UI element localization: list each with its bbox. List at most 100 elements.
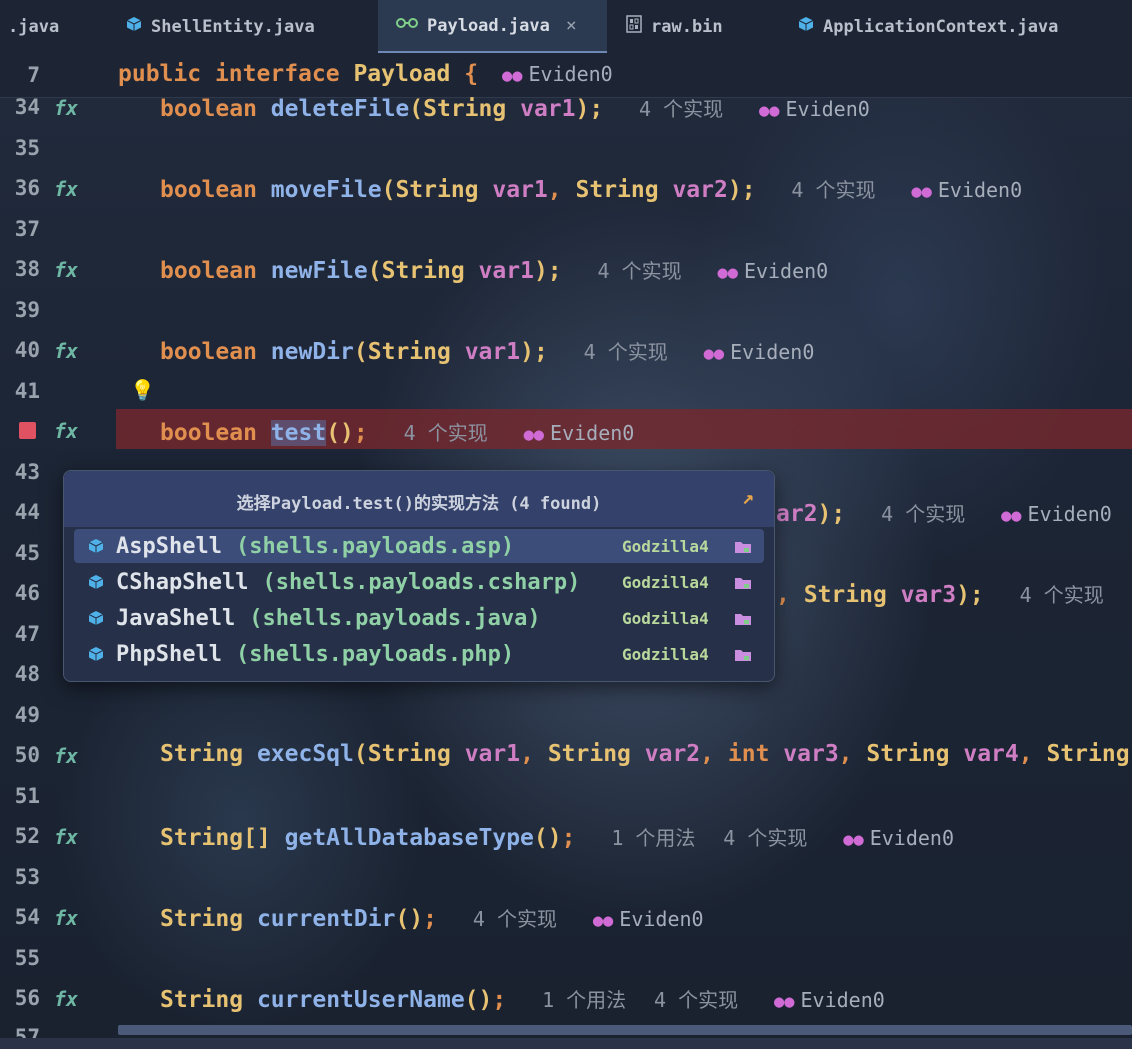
close-icon[interactable]: ×: [566, 15, 577, 36]
code-line: boolean moveFile(String var1, String var…: [160, 174, 1022, 203]
author-hint[interactable]: ●● Eviden0: [717, 259, 828, 283]
interface-name[interactable]: Payload: [353, 61, 450, 87]
tab-java[interactable]: .java: [8, 0, 59, 53]
implemented-method-gutter-icon[interactable]: fx: [54, 339, 78, 363]
return-type: String: [160, 906, 244, 932]
line-number: 51: [14, 784, 40, 808]
return-type: String[]: [160, 825, 271, 851]
author-name: Eviden0: [528, 62, 613, 86]
method-name[interactable]: moveFile: [271, 177, 382, 203]
tab-applicationcontext[interactable]: ApplicationContext.java: [798, 0, 1058, 53]
class-name: JavaShell: [116, 605, 236, 631]
line-number: 54: [14, 905, 40, 929]
tab-label: raw.bin: [651, 16, 723, 37]
tab-payload[interactable]: Payload.java ×: [378, 0, 607, 53]
module-folder-icon: [735, 578, 751, 589]
implemented-method-gutter-icon[interactable]: fx: [54, 987, 78, 1011]
implementation-item[interactable]: AspShell (shells.payloads.asp) Godzilla4: [74, 529, 764, 563]
line-number: 40: [14, 338, 40, 362]
method-name[interactable]: newDir: [271, 339, 354, 365]
lightbulb-icon[interactable]: 💡: [130, 378, 155, 402]
implementations-hint[interactable]: 4 个实现: [881, 502, 965, 526]
horizontal-scrollbar[interactable]: [118, 1025, 1132, 1035]
author-hint[interactable]: ●● Eviden0: [704, 340, 815, 364]
author-hint[interactable]: ●● Eviden0: [593, 907, 704, 931]
implementations-hint[interactable]: 4 个实现: [723, 826, 807, 850]
author-hint[interactable]: ●● Eviden0: [1001, 502, 1112, 526]
code-line: boolean newDir(String var1); 4 个实现 ●● Evi…: [160, 336, 814, 365]
people-icon: ●●: [523, 425, 545, 445]
module-name: Godzilla4: [622, 572, 709, 592]
implementation-item[interactable]: JavaShell (shells.payloads.java) Godzill…: [74, 601, 764, 635]
implementation-item[interactable]: CShapShell (shells.payloads.csharp) Godz…: [74, 565, 764, 599]
implementations-hint[interactable]: 4 个实现: [584, 340, 668, 364]
sticky-scope-header[interactable]: 7 public interface Payload { ●● Eviden0: [0, 53, 1132, 98]
implemented-method-gutter-icon[interactable]: fx: [54, 96, 78, 120]
line-number: 36: [14, 176, 40, 200]
implemented-method-gutter-icon[interactable]: fx: [54, 258, 78, 282]
tab-label: .java: [8, 16, 60, 37]
usages-hint[interactable]: 1 个用法: [611, 826, 695, 850]
author-hint[interactable]: ●● Eviden0: [774, 988, 885, 1012]
implemented-method-gutter-icon[interactable]: fx: [54, 419, 78, 443]
paren: (: [353, 741, 368, 767]
open-in-find-tool-window-icon[interactable]: ↗: [742, 485, 754, 509]
param-name: var1: [464, 339, 521, 365]
author-hint[interactable]: ●● Eviden0: [843, 826, 954, 850]
implementations-hint[interactable]: 4 个实现: [473, 907, 557, 931]
line-number: 53: [14, 865, 40, 889]
author-hint[interactable]: ●● Eviden0: [759, 97, 870, 121]
implementations-hint[interactable]: 4 个实现: [1020, 583, 1104, 607]
interface-icon: [396, 15, 418, 36]
hint-text: 1 个用法: [611, 826, 696, 850]
people-icon: ●●: [717, 263, 738, 283]
comma: ,: [776, 582, 790, 608]
implemented-method-gutter-icon[interactable]: fx: [54, 825, 78, 849]
paren: (: [381, 177, 396, 203]
usages-hint[interactable]: 1 个用法: [542, 988, 626, 1012]
people-icon: ●●: [843, 830, 864, 850]
semicolon: ;: [492, 987, 507, 1013]
module-folder-icon: [735, 650, 751, 661]
method-name-selected[interactable]: test: [270, 420, 327, 446]
author-name: Eviden0: [619, 907, 704, 931]
line-number: 45: [14, 541, 40, 565]
author-hint[interactable]: ●● Eviden0: [524, 421, 635, 445]
people-icon: ●●: [703, 344, 725, 364]
line-number: 56: [14, 986, 40, 1010]
implemented-method-gutter-icon[interactable]: fx: [54, 744, 78, 768]
keyword: boolean: [160, 258, 257, 284]
keyword: boolean: [160, 339, 257, 365]
popup-header: 选择Payload.test()的实现方法 (4 found) ↗: [64, 471, 774, 527]
line-number: 35: [14, 136, 40, 160]
punctuation: );: [575, 96, 604, 122]
method-name[interactable]: deleteFile: [271, 96, 409, 122]
implemented-method-gutter-icon[interactable]: fx: [54, 906, 78, 930]
implementations-hint[interactable]: 4 个实现: [598, 259, 682, 283]
module-name: Godzilla4: [622, 644, 709, 664]
method-name[interactable]: currentUserName: [257, 987, 465, 1013]
punctuation: );: [956, 582, 984, 608]
method-name[interactable]: currentDir: [257, 906, 395, 932]
author-hint[interactable]: ●● Eviden0: [911, 178, 1022, 202]
param-name: var1: [464, 741, 521, 767]
implementations-hint[interactable]: 4 个实现: [639, 97, 723, 121]
punctuation: );: [533, 258, 562, 284]
line-number: 37: [14, 217, 40, 241]
param-type: String: [575, 177, 659, 203]
tab-raw-bin[interactable]: raw.bin: [626, 0, 723, 53]
method-name[interactable]: getAllDatabaseType: [285, 825, 534, 851]
method-name[interactable]: newFile: [271, 258, 368, 284]
implementations-hint[interactable]: 4 个实现: [404, 421, 488, 445]
implementations-hint[interactable]: 4 个实现: [791, 178, 875, 202]
hint-text: 4 个实现: [881, 502, 966, 526]
implementations-hint[interactable]: 4 个实现: [654, 988, 738, 1012]
method-name[interactable]: execSql: [257, 741, 354, 767]
implemented-method-gutter-icon[interactable]: fx: [54, 177, 78, 201]
tab-shellentity[interactable]: ShellEntity.java: [126, 0, 315, 53]
author-hint[interactable]: ●● Eviden0: [502, 62, 613, 86]
breakpoint-icon[interactable]: [19, 422, 36, 439]
paren: (: [367, 258, 382, 284]
implementation-item[interactable]: PhpShell (shells.payloads.php) Godzilla4: [74, 637, 764, 671]
comma: ,: [700, 741, 715, 767]
